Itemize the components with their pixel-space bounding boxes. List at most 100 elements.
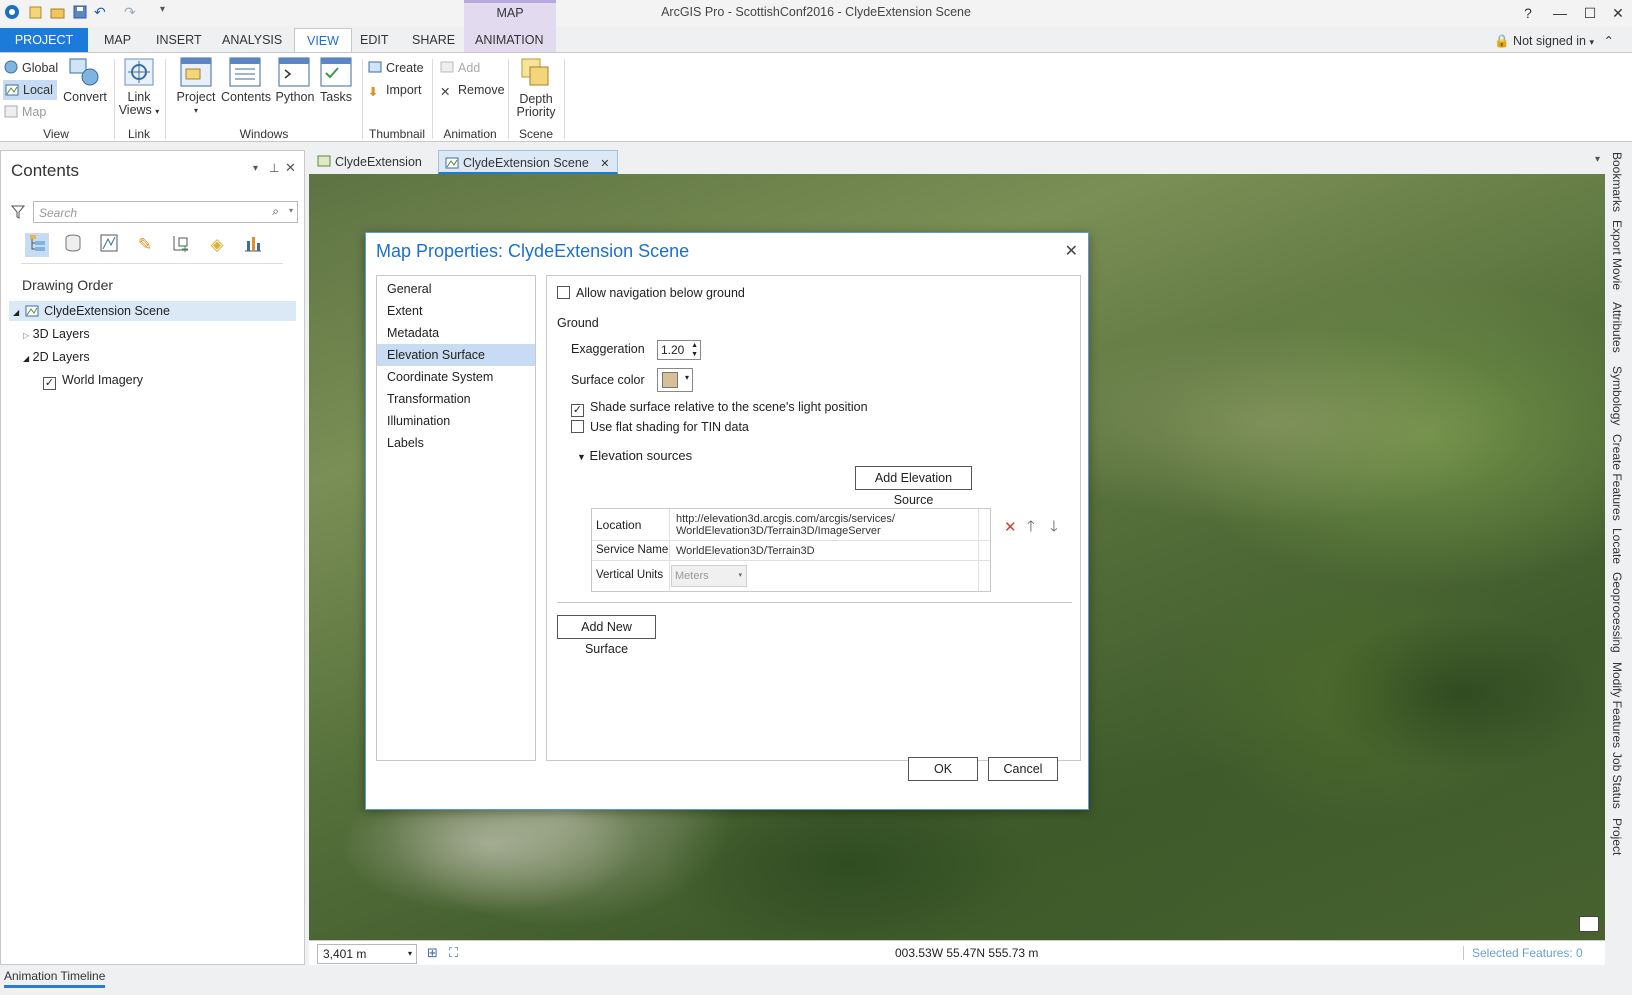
tab-edit[interactable]: EDIT bbox=[348, 28, 400, 53]
animation-timeline-tab[interactable]: Animation Timeline bbox=[4, 969, 106, 988]
dock-tab-symbology[interactable]: Symbology bbox=[1610, 366, 1624, 425]
nav-extent[interactable]: Extent bbox=[377, 300, 535, 322]
nav-coordinate-system[interactable]: Coordinate System bbox=[377, 366, 535, 388]
selected-features-count[interactable]: Selected Features: 0 bbox=[1463, 946, 1583, 960]
close-button[interactable]: ✕ bbox=[1603, 2, 1632, 24]
fixed-zoom-icon[interactable]: ⊞ bbox=[427, 945, 438, 961]
map-button[interactable]: Map bbox=[4, 102, 46, 122]
dock-tab-geoprocessing[interactable]: Geoprocessing bbox=[1610, 572, 1624, 653]
vertical-units-dropdown[interactable]: Meters ▾ bbox=[671, 565, 747, 587]
project-pane-button[interactable]: Project ▾ bbox=[172, 91, 220, 117]
tree-item-2d-layers[interactable]: ◢ 2D Layers bbox=[23, 347, 90, 367]
dock-tab-bookmarks[interactable]: Bookmarks bbox=[1610, 152, 1624, 212]
layer-visibility-checkbox[interactable]: ✓ bbox=[43, 377, 56, 390]
dock-tab-modify-features[interactable]: Modify Features bbox=[1610, 662, 1624, 748]
tree-item-scene[interactable]: ◢ ClydeExtension Scene bbox=[9, 301, 296, 321]
local-button[interactable]: Local bbox=[3, 80, 57, 100]
list-by-drawing-order-icon[interactable] bbox=[25, 233, 49, 257]
list-by-editing-icon[interactable]: ✎ bbox=[133, 233, 157, 257]
location-value[interactable]: http://elevation3d.arcgis.com/arcgis/ser… bbox=[676, 513, 895, 537]
depth-priority-button[interactable]: Depth Priority bbox=[510, 93, 562, 119]
add-new-surface-button[interactable]: Add New Surface bbox=[557, 615, 656, 656]
flat-shading-checkbox[interactable]: Use flat shading for TIN data bbox=[571, 420, 749, 434]
list-by-labeling-icon[interactable]: ◈ bbox=[205, 233, 229, 257]
open-project-icon[interactable] bbox=[50, 4, 66, 20]
nav-elevation-surface[interactable]: Elevation Surface bbox=[377, 344, 535, 366]
navigator-icon[interactable]: ⛶ bbox=[449, 945, 458, 961]
remove-animation-button[interactable]: ✕ Remove bbox=[440, 80, 505, 100]
list-charts-icon[interactable] bbox=[241, 233, 265, 257]
tab-insert[interactable]: INSERT bbox=[144, 28, 214, 53]
nav-illumination[interactable]: Illumination bbox=[377, 410, 535, 432]
list-by-selection-icon[interactable] bbox=[97, 233, 121, 257]
tab-map[interactable]: MAP bbox=[92, 28, 143, 53]
close-tab-icon[interactable]: ✕ bbox=[600, 158, 609, 170]
tab-list-chevron-icon[interactable]: ▾ bbox=[1595, 154, 1600, 165]
search-icon[interactable]: ⌕ bbox=[272, 204, 279, 219]
tab-view[interactable]: VIEW bbox=[294, 28, 352, 54]
tab-animation[interactable]: ANIMATION bbox=[463, 28, 556, 53]
dock-tab-locate[interactable]: Locate bbox=[1610, 528, 1624, 564]
new-project-icon[interactable] bbox=[28, 4, 44, 20]
nav-general[interactable]: General bbox=[377, 278, 535, 300]
undo-icon[interactable]: ↶ bbox=[94, 4, 110, 20]
python-button[interactable]: Python bbox=[272, 91, 318, 104]
spinner-arrows-icon[interactable]: ▲ ▼ bbox=[691, 341, 698, 359]
tab-share[interactable]: SHARE bbox=[400, 28, 467, 53]
collapse-ribbon-icon[interactable]: ⌃ bbox=[1604, 34, 1614, 48]
tasks-button[interactable]: Tasks bbox=[314, 91, 358, 104]
notification-icon[interactable] bbox=[1579, 916, 1599, 932]
create-thumbnail-button[interactable]: Create bbox=[368, 58, 424, 78]
redo-icon[interactable]: ↷ bbox=[124, 4, 140, 20]
dialog-close-icon[interactable]: ✕ bbox=[1065, 241, 1078, 261]
maximize-button[interactable]: ☐ bbox=[1575, 2, 1605, 24]
collapsed-triangle-icon[interactable]: ▷ bbox=[23, 331, 29, 340]
pin-icon[interactable]: ⊥ bbox=[269, 161, 279, 175]
link-views-button[interactable]: Link Views ▾ bbox=[114, 91, 164, 118]
ok-button[interactable]: OK bbox=[908, 757, 978, 781]
tab-analysis[interactable]: ANALYSIS bbox=[210, 28, 294, 53]
filter-icon[interactable] bbox=[10, 205, 26, 222]
import-thumbnail-button[interactable]: ⬇ Import bbox=[368, 80, 421, 100]
search-input[interactable]: Search ⌕ ▾ bbox=[33, 201, 298, 223]
minimize-button[interactable]: — bbox=[1545, 2, 1575, 24]
contents-pane-button[interactable]: Contents bbox=[218, 91, 274, 104]
service-name-value[interactable]: WorldElevation3D/Terrain3D bbox=[676, 545, 815, 557]
move-down-icon[interactable]: 🡓 bbox=[1050, 516, 1058, 541]
nav-labels[interactable]: Labels bbox=[377, 432, 535, 454]
close-pane-icon[interactable]: ✕ bbox=[285, 160, 296, 176]
list-by-data-source-icon[interactable] bbox=[61, 233, 85, 257]
convert-button[interactable]: Convert bbox=[60, 91, 110, 104]
save-icon[interactable] bbox=[72, 4, 88, 20]
dock-tab-export-movie[interactable]: Export Movie bbox=[1610, 220, 1624, 290]
customize-toolbar-icon[interactable]: ▾ bbox=[160, 4, 176, 20]
view-tab-clydeextension[interactable]: ClydeExtension bbox=[311, 150, 430, 174]
chevron-down-icon[interactable]: ▾ bbox=[289, 206, 293, 215]
add-elevation-source-button[interactable]: Add Elevation Source bbox=[855, 466, 972, 507]
help-button[interactable]: ? bbox=[1513, 2, 1543, 24]
cancel-button[interactable]: Cancel bbox=[988, 757, 1058, 781]
list-by-snapping-icon[interactable] bbox=[169, 233, 193, 257]
remove-source-icon[interactable]: ✕ bbox=[1004, 518, 1017, 536]
dock-tab-create-features[interactable]: Create Features bbox=[1610, 434, 1624, 521]
dock-tab-job-status[interactable]: Job Status bbox=[1610, 752, 1624, 809]
expanded-triangle-icon[interactable]: ◢ bbox=[23, 354, 29, 363]
view-tab-clydeextension-scene[interactable]: ClydeExtension Scene ✕ bbox=[438, 150, 619, 174]
allow-navigation-checkbox[interactable]: Allow navigation below ground bbox=[557, 286, 745, 300]
global-button[interactable]: Global bbox=[4, 58, 58, 78]
checkbox-box[interactable] bbox=[571, 420, 584, 433]
surface-color-picker[interactable]: ▾ bbox=[657, 368, 693, 392]
tree-item-world-imagery[interactable]: ✓ World Imagery bbox=[43, 370, 143, 390]
add-keyframe-button[interactable]: Add bbox=[440, 58, 480, 78]
shade-surface-checkbox[interactable]: ✓ Shade surface relative to the scene's l… bbox=[571, 400, 868, 417]
dock-tab-project[interactable]: Project bbox=[1610, 818, 1624, 855]
expanded-triangle-icon[interactable]: ◢ bbox=[13, 308, 19, 317]
pane-options-icon[interactable]: ▾ bbox=[253, 163, 258, 174]
scale-dropdown[interactable]: 3,401 m ▾ bbox=[317, 944, 417, 964]
nav-transformation[interactable]: Transformation bbox=[377, 388, 535, 410]
sign-in-status[interactable]: 🔒 Not signed in ▾ ⌃ bbox=[1494, 33, 1614, 49]
move-up-icon[interactable]: 🡑 bbox=[1027, 516, 1035, 541]
tree-item-3d-layers[interactable]: ▷ 3D Layers bbox=[23, 324, 90, 344]
checkbox-box[interactable] bbox=[557, 286, 570, 299]
exaggeration-spinner[interactable]: 1.20 ▲ ▼ bbox=[657, 340, 701, 360]
